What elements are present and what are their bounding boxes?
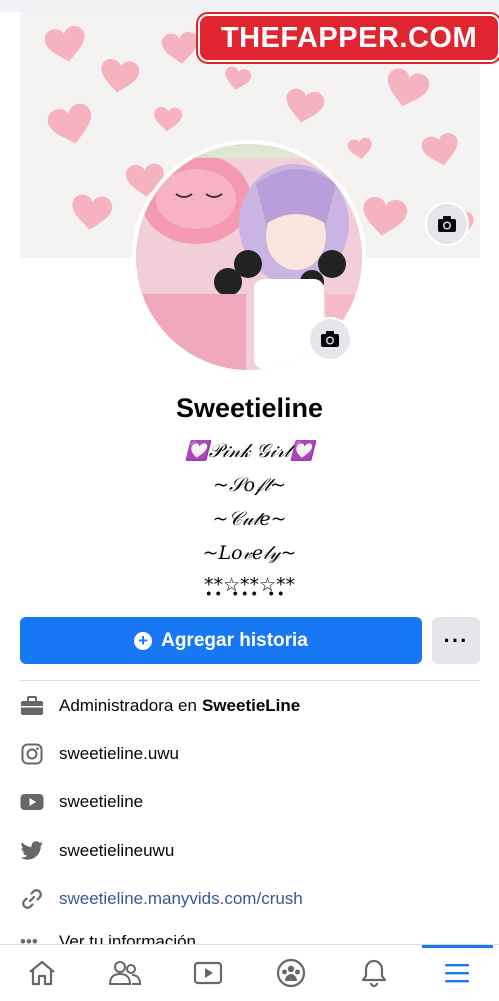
- info-row-twitter[interactable]: sweetielineuwu: [20, 836, 480, 866]
- link-icon: [20, 887, 44, 911]
- nav-home[interactable]: [0, 945, 83, 1001]
- twitter-icon: [20, 839, 44, 863]
- menu-icon: [445, 964, 470, 983]
- cover-camera-button[interactable]: [425, 202, 469, 246]
- add-story-button[interactable]: + Agregar historia: [20, 617, 422, 664]
- website-link[interactable]: sweetieline.manyvids.com/crush: [59, 889, 303, 909]
- nav-menu[interactable]: [416, 945, 499, 1001]
- bottom-navigation: [0, 944, 499, 1001]
- watch-icon: [193, 961, 223, 985]
- info-row-work: Administradora en SweetieLine: [20, 691, 480, 721]
- info-row-instagram[interactable]: sweetieline.uwu: [20, 739, 480, 769]
- bio-line-5: *̣̣̥*̣̣̥☆̣̥*̣̣̥*̣̣̥☆̣̥*̣̣̥*: [203, 574, 296, 596]
- add-story-label: Agregar historia: [161, 629, 308, 651]
- briefcase-icon: [20, 694, 44, 718]
- nav-watch[interactable]: [166, 945, 249, 1001]
- divider: [20, 680, 480, 681]
- friends-icon: [108, 961, 141, 985]
- work-prefix: Administradora en: [59, 696, 197, 715]
- more-options-button[interactable]: ···: [432, 617, 480, 664]
- home-icon: [28, 960, 55, 986]
- instagram-handle: sweetieline.uwu: [59, 744, 180, 763]
- work-company[interactable]: SweetieLine: [202, 696, 300, 716]
- plus-icon: +: [134, 631, 153, 650]
- bio-line-3: ~𝒞𝓊𝓉𝑒~: [212, 508, 287, 530]
- info-row-youtube[interactable]: sweetieline: [20, 787, 480, 817]
- camera-icon: [438, 216, 456, 232]
- bio-line-1: 💟𝒫𝒾𝓃𝓀 𝒢𝒾𝓇𝓁💟: [185, 440, 314, 462]
- status-bar-area: [0, 0, 499, 12]
- twitter-handle: sweetielineuwu: [59, 841, 175, 860]
- bio-line-4: ~𝐿𝑜𝓋𝑒𝓁𝓎~: [202, 542, 297, 564]
- nav-friends[interactable]: [83, 945, 166, 1001]
- watermark-logo: THEFAPPER.COM: [198, 14, 499, 62]
- camera-icon: [321, 331, 339, 347]
- groups-icon: [276, 958, 306, 988]
- youtube-handle: sweetieline: [59, 792, 144, 811]
- nav-notifications[interactable]: [333, 945, 416, 1001]
- notifications-icon: [362, 959, 387, 988]
- profile-name: Sweetieline: [175, 393, 324, 423]
- avatar-camera-button[interactable]: [308, 317, 352, 361]
- youtube-icon: [20, 790, 44, 814]
- nav-groups[interactable]: [250, 945, 333, 1001]
- active-tab-indicator: [421, 945, 494, 948]
- instagram-icon: [20, 742, 44, 766]
- bio-line-2: ~𝒮𝑜𝒻𝓉~: [213, 474, 286, 496]
- info-row-website[interactable]: sweetieline.manyvids.com/crush: [20, 884, 480, 914]
